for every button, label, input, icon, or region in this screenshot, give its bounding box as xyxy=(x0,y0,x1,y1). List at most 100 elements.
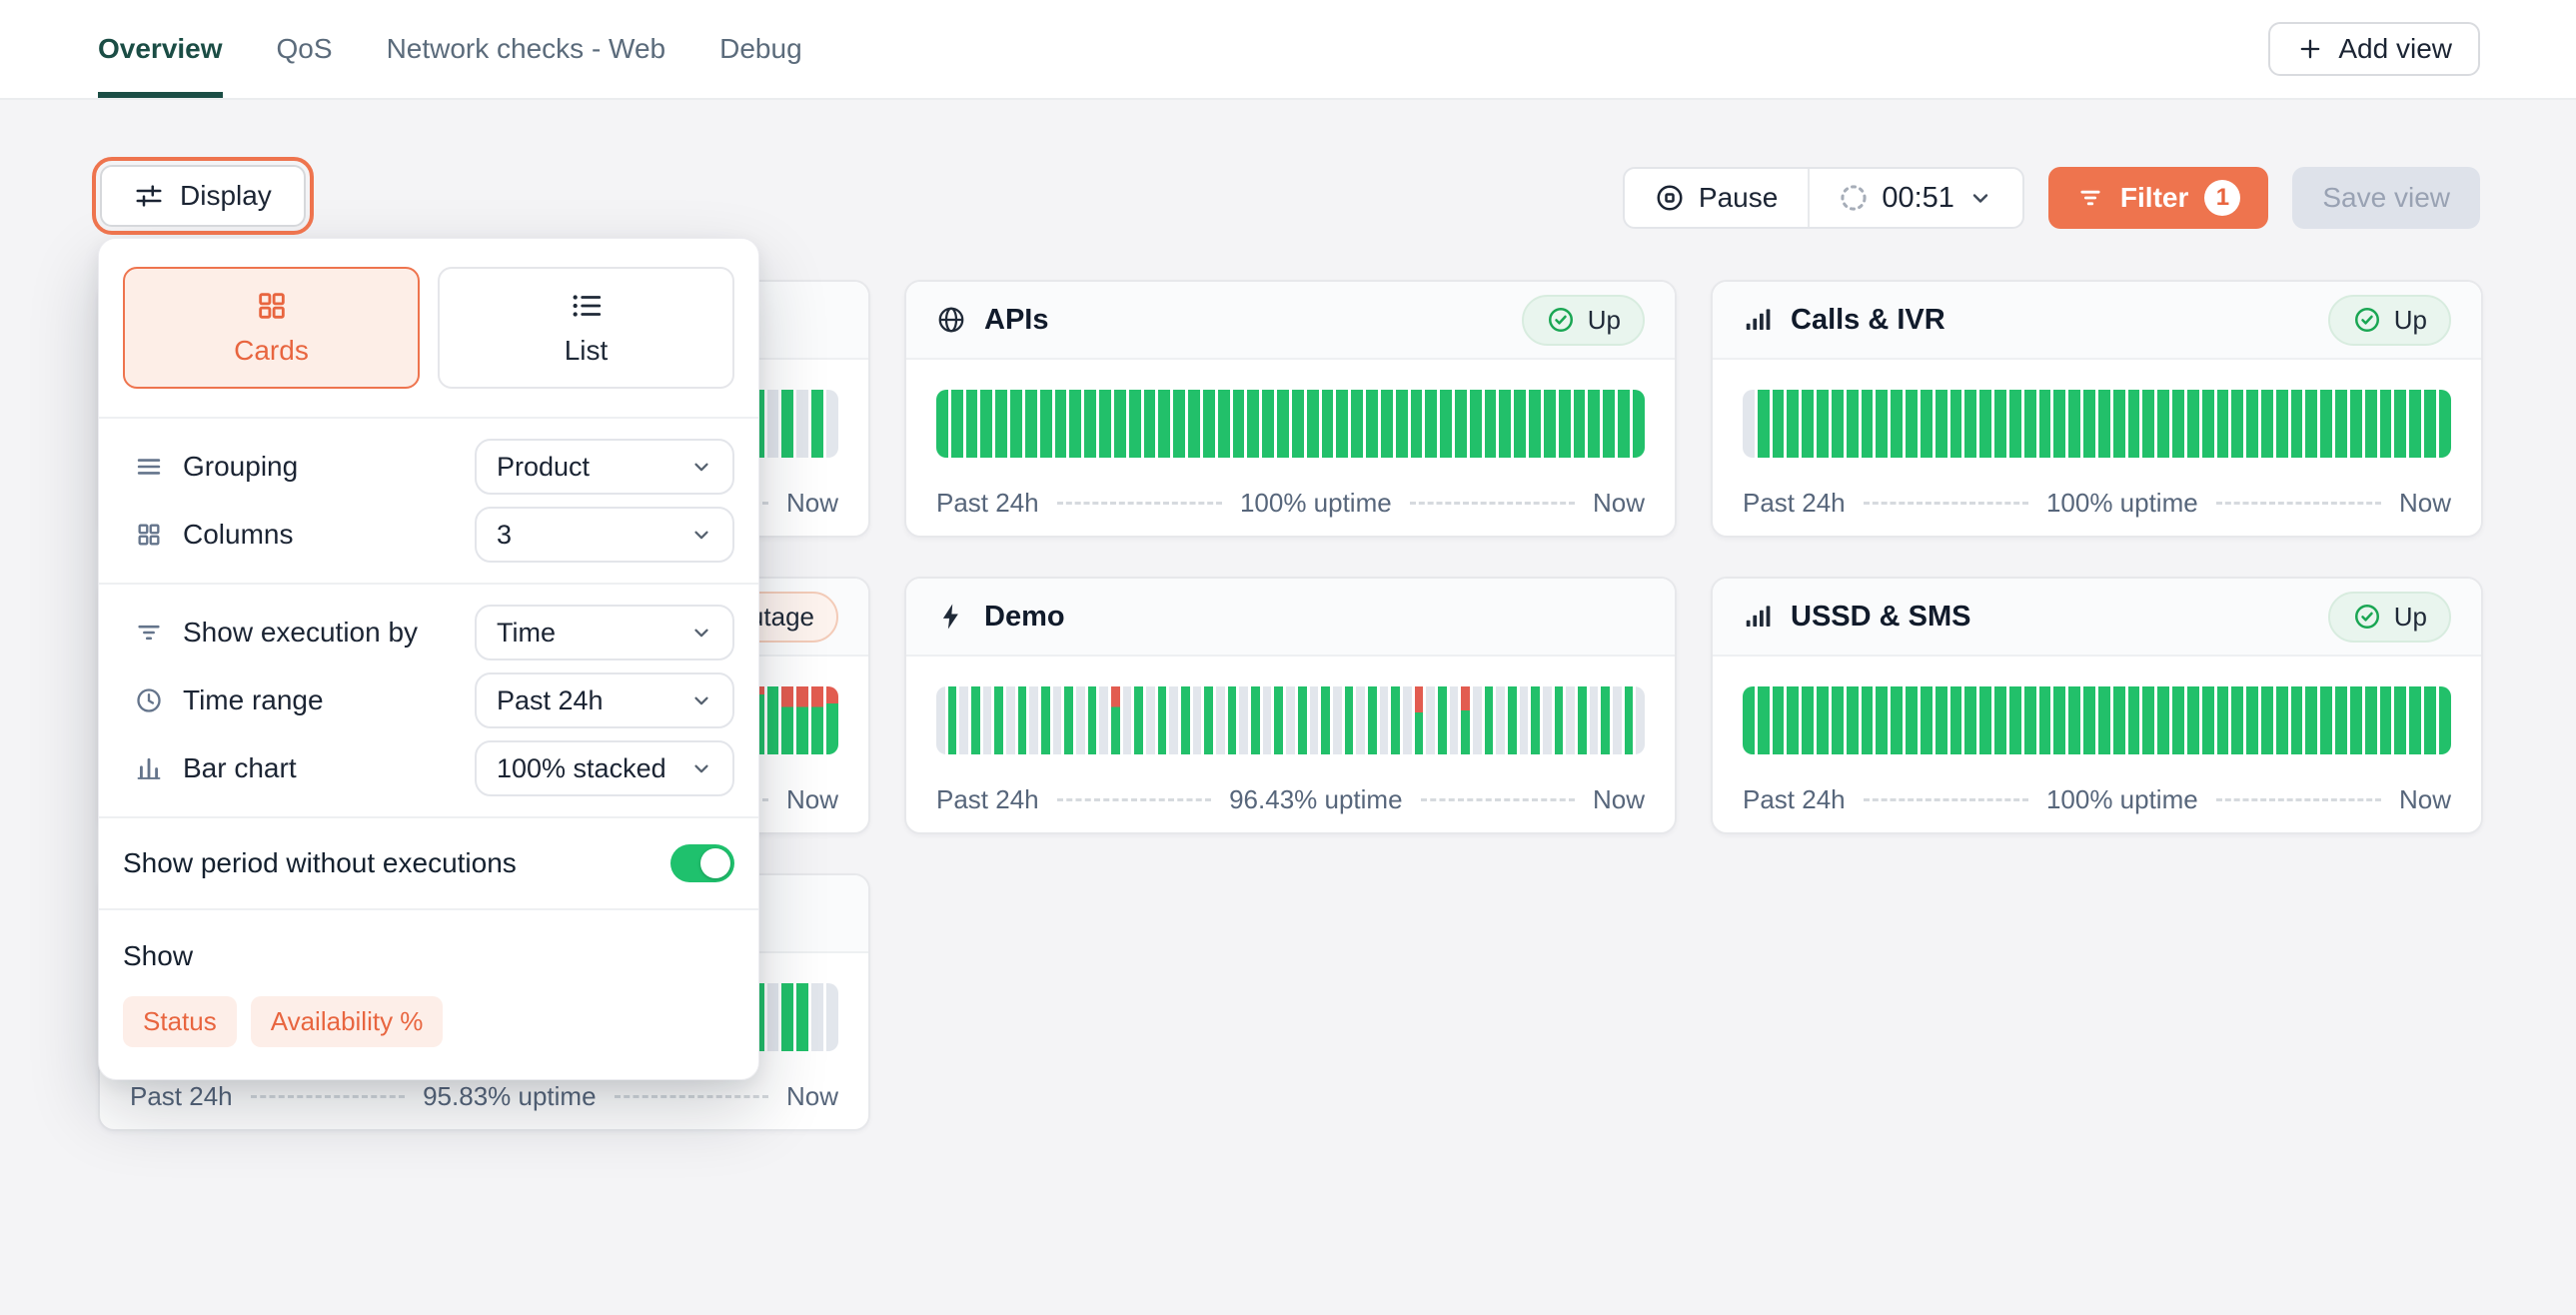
card-title-wrap: APIs xyxy=(936,304,1048,337)
uptime-bar xyxy=(1018,686,1027,754)
refresh-timer-dropdown[interactable]: 00:51 xyxy=(1808,169,2022,227)
uptime-bar xyxy=(781,686,793,754)
footer-uptime-label: 100% uptime xyxy=(1240,488,1392,519)
clock-icon xyxy=(135,686,165,714)
row-select[interactable]: 100% stacked xyxy=(475,740,734,796)
uptime-bar xyxy=(1588,390,1600,458)
row-select[interactable]: Time xyxy=(475,605,734,660)
filter-button-label: Filter xyxy=(2120,182,2188,214)
add-view-button[interactable]: Add view xyxy=(2268,22,2480,76)
select-value: 3 xyxy=(497,520,512,551)
uptime-bar xyxy=(2261,686,2273,754)
filter-button[interactable]: Filter 1 xyxy=(2048,167,2268,229)
uptime-bar xyxy=(2424,686,2436,754)
uptime-bar xyxy=(1633,390,1645,458)
uptime-bar xyxy=(1514,390,1526,458)
uptime-bar xyxy=(2305,390,2317,458)
uptime-bar xyxy=(811,983,823,1051)
uptime-bar-chart[interactable] xyxy=(1743,390,2451,458)
uptime-bar xyxy=(1891,686,1903,754)
tab-network-checks-web[interactable]: Network checks - Web xyxy=(387,0,666,98)
card-title: Demo xyxy=(984,601,1065,634)
show-period-toggle[interactable] xyxy=(670,844,734,882)
spinner-icon xyxy=(1840,184,1868,212)
uptime-bar xyxy=(1847,686,1859,754)
uptime-bar xyxy=(1084,390,1096,458)
tab-qos[interactable]: QoS xyxy=(277,0,333,98)
uptime-bar xyxy=(983,686,992,754)
select-value: Past 24h xyxy=(497,685,604,716)
uptime-bar xyxy=(951,390,963,458)
footer-now-label: Now xyxy=(2399,784,2451,815)
status-badge-label: Up xyxy=(2394,602,2427,633)
uptime-bar xyxy=(1485,686,1494,754)
uptime-bar xyxy=(2380,686,2392,754)
dashed-divider xyxy=(1864,798,2028,801)
tab-overview[interactable]: Overview xyxy=(98,0,223,98)
top-nav: Overview QoS Network checks - Web Debug … xyxy=(0,0,2576,100)
uptime-bar xyxy=(1529,390,1541,458)
uptime-bar xyxy=(1292,390,1304,458)
row-select[interactable]: Product xyxy=(475,439,734,495)
uptime-bar xyxy=(2439,390,2451,458)
tab-debug[interactable]: Debug xyxy=(719,0,802,98)
toggle-knob xyxy=(700,848,730,878)
bolt-icon xyxy=(936,602,966,632)
view-mode-list[interactable]: List xyxy=(438,267,734,389)
uptime-bar xyxy=(948,686,957,754)
footer-past-label: Past 24h xyxy=(130,1081,233,1112)
card-footer: Past 24h 100% uptime Now xyxy=(936,488,1645,519)
dashed-divider xyxy=(1421,798,1575,801)
uptime-bar xyxy=(1994,390,2006,458)
uptime-bar xyxy=(1029,686,1038,754)
uptime-bar xyxy=(1381,390,1393,458)
footer-now-label: Now xyxy=(786,488,838,519)
row-label: Grouping xyxy=(183,451,298,483)
uptime-bar xyxy=(1578,686,1587,754)
uptime-bar xyxy=(1625,686,1634,754)
uptime-bar xyxy=(1876,686,1888,754)
uptime-bar xyxy=(1263,686,1272,754)
lines-icon xyxy=(135,453,165,481)
row-label: Show execution by xyxy=(183,617,418,649)
uptime-bar xyxy=(767,983,779,1051)
uptime-bar xyxy=(1010,390,1022,458)
uptime-bar xyxy=(2439,686,2451,754)
uptime-bar xyxy=(966,390,978,458)
uptime-bar xyxy=(2231,686,2243,754)
row-select[interactable]: 3 xyxy=(475,507,734,563)
chevron-down-icon xyxy=(690,757,712,779)
uptime-bar-chart[interactable] xyxy=(936,686,1645,754)
card-title-wrap: Calls & IVR xyxy=(1743,304,1945,337)
uptime-bar xyxy=(1158,686,1167,754)
show-chip[interactable]: Status xyxy=(123,996,237,1047)
tab-label: Overview xyxy=(98,33,223,65)
add-view-label: Add view xyxy=(2338,33,2452,65)
uptime-bar xyxy=(1233,390,1245,458)
save-view-button[interactable]: Save view xyxy=(2292,167,2480,229)
display-button[interactable]: Display xyxy=(100,165,306,227)
footer-uptime-label: 95.83% uptime xyxy=(423,1081,596,1112)
uptime-bar xyxy=(1531,686,1540,754)
show-chip[interactable]: Availability % xyxy=(251,996,444,1047)
pause-button[interactable]: Pause xyxy=(1625,169,1808,227)
uptime-bar xyxy=(1994,686,2006,754)
uptime-bar xyxy=(2394,686,2406,754)
uptime-bar xyxy=(1310,686,1319,754)
row-select[interactable]: Past 24h xyxy=(475,672,734,728)
status-badge xyxy=(782,312,838,328)
uptime-bar xyxy=(1088,686,1097,754)
uptime-bar xyxy=(1055,390,1067,458)
uptime-bar xyxy=(1787,390,1799,458)
uptime-bar xyxy=(2409,390,2421,458)
view-mode-label: Cards xyxy=(234,335,309,367)
uptime-bar xyxy=(994,686,1003,754)
uptime-bar-chart[interactable] xyxy=(1743,686,2451,754)
uptime-bar xyxy=(1426,686,1435,754)
uptime-bar-chart[interactable] xyxy=(936,390,1645,458)
uptime-bar xyxy=(1862,390,1874,458)
view-mode-cards[interactable]: Cards xyxy=(123,267,420,389)
uptime-bar xyxy=(1193,686,1202,754)
status-badge-label: Up xyxy=(2394,305,2427,336)
uptime-bar xyxy=(995,390,1007,458)
